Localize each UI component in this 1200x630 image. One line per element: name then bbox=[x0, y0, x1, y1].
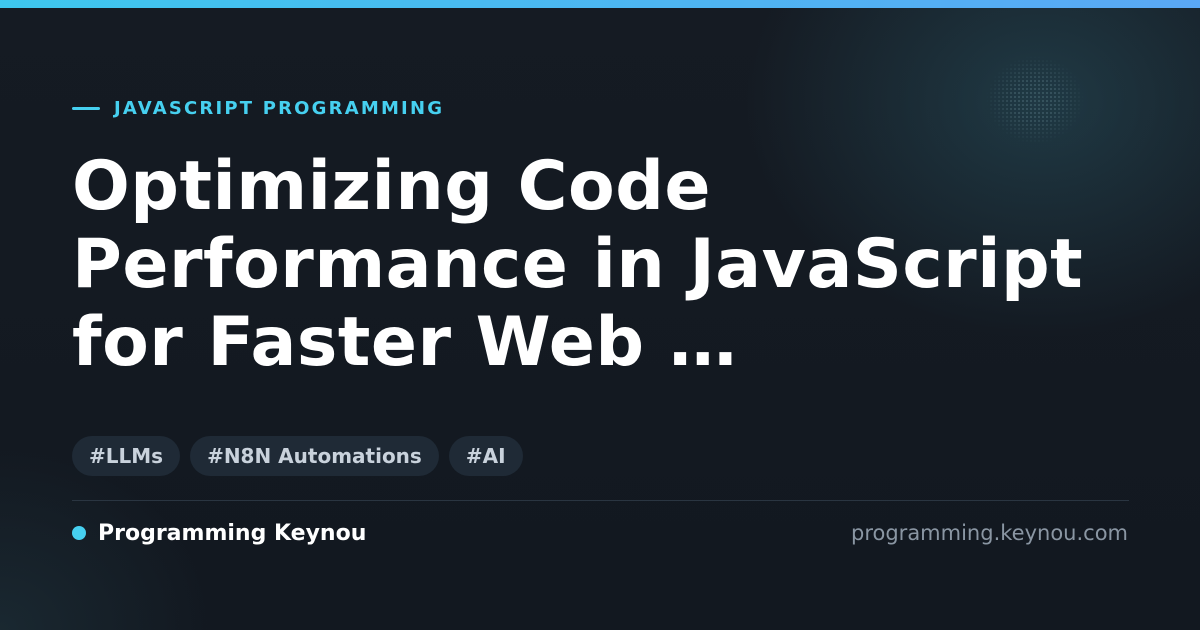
top-accent-bar bbox=[0, 0, 1200, 8]
category-label: JAVASCRIPT PROGRAMMING bbox=[114, 97, 445, 119]
tag-list: #LLMs #N8N Automations #AI bbox=[72, 436, 523, 476]
brand-name: Programming Keynou bbox=[98, 520, 367, 546]
article-title: Optimizing Code Performance in JavaScrip… bbox=[72, 147, 1084, 382]
accent-dash-icon bbox=[72, 106, 100, 110]
category-kicker: JAVASCRIPT PROGRAMMING bbox=[72, 96, 444, 120]
tag-ai[interactable]: #AI bbox=[448, 436, 523, 476]
divider bbox=[72, 500, 1129, 501]
brand-dot-icon bbox=[72, 526, 86, 540]
decorative-dot-pattern bbox=[985, 55, 1085, 145]
site-url[interactable]: programming.keynou.com bbox=[851, 520, 1128, 546]
brand: Programming Keynou bbox=[72, 520, 366, 546]
tag-llms[interactable]: #LLMs bbox=[72, 436, 181, 476]
tag-n8n-automations[interactable]: #N8N Automations bbox=[190, 436, 439, 476]
